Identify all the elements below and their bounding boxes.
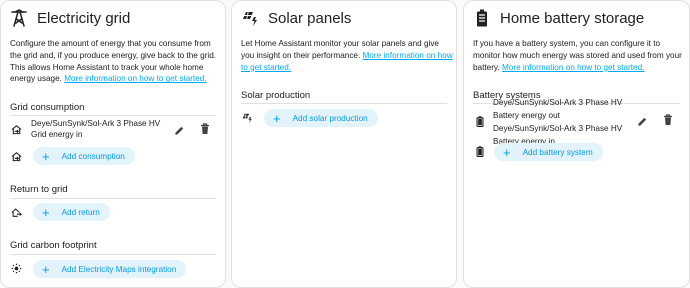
button-label: Add battery system — [522, 147, 593, 157]
plus-icon: + — [42, 261, 50, 277]
more-info-link[interactable]: More information on how to get started. — [502, 63, 644, 72]
transmission-tower-import-icon — [11, 124, 22, 135]
card-description: Configure the amount of energy that you … — [10, 38, 222, 85]
button-label: Add consumption — [61, 151, 125, 161]
add-battery-system-button[interactable]: + Add battery system — [494, 143, 603, 161]
solar-power-icon — [241, 9, 259, 27]
add-return-button[interactable]: + Add return — [33, 203, 110, 221]
button-label: Add Electricity Maps integration — [61, 264, 177, 274]
section-heading-carbon-footprint: Grid carbon footprint — [10, 240, 97, 251]
divider — [241, 103, 447, 104]
transmission-tower-import-icon — [11, 151, 22, 162]
card-title: Home battery storage — [500, 9, 645, 27]
card-description: Let Home Assistant monitor your solar pa… — [241, 38, 453, 73]
button-label: Add solar production — [292, 113, 368, 123]
add-electricity-maps-button[interactable]: + Add Electricity Maps integration — [33, 260, 187, 278]
solar-power-icon — [242, 112, 253, 123]
delete-icon[interactable] — [662, 114, 674, 126]
divider — [10, 198, 216, 199]
carbon-cloud-icon — [11, 263, 22, 274]
section-heading-grid-consumption: Grid consumption — [10, 102, 85, 113]
edit-icon[interactable] — [636, 115, 648, 127]
section-heading-solar-production: Solar production — [241, 90, 311, 101]
home-battery-card: Home battery storage If you have a batte… — [463, 0, 690, 288]
button-label: Add return — [61, 207, 100, 217]
add-solar-production-button[interactable]: + Add solar production — [264, 109, 378, 127]
more-info-link[interactable]: More information on how to get started. — [64, 74, 206, 83]
divider — [10, 254, 216, 255]
battery-outline-icon — [474, 116, 485, 127]
plus-icon: + — [42, 148, 50, 164]
transmission-tower-icon — [10, 9, 28, 27]
add-consumption-button[interactable]: + Add consumption — [33, 147, 135, 165]
plus-icon: + — [503, 144, 511, 160]
section-heading-return-to-grid: Return to grid — [10, 184, 68, 195]
solar-panels-header: Solar panels — [241, 7, 351, 29]
solar-panels-card: Solar panels Let Home Assistant monitor … — [231, 0, 457, 288]
divider — [10, 115, 216, 116]
electricity-grid-header: Electricity grid — [10, 7, 130, 29]
grid-consumption-entity: Deye/SunSynk/Sol-Ark 3 Phase HV Grid ene… — [31, 119, 161, 139]
card-description: If you have a battery system, you can co… — [473, 38, 688, 73]
battery-outline-icon — [474, 146, 485, 157]
transmission-tower-export-icon — [11, 207, 22, 218]
edit-icon[interactable] — [173, 124, 185, 136]
card-title: Solar panels — [268, 9, 352, 27]
electricity-grid-card: Electricity grid Configure the amount of… — [0, 0, 226, 288]
home-battery-header: Home battery storage — [473, 7, 644, 29]
battery-system-entities: Deye/SunSynk/Sol-Ark 3 Phase HV Battery … — [493, 96, 633, 148]
plus-icon: + — [273, 110, 281, 126]
delete-icon[interactable] — [199, 123, 211, 135]
card-title: Electricity grid — [37, 9, 131, 27]
plus-icon: + — [42, 204, 50, 220]
battery-energy-out-entity: Deye/SunSynk/Sol-Ark 3 Phase HV Battery … — [493, 98, 623, 120]
battery-icon — [473, 9, 491, 27]
